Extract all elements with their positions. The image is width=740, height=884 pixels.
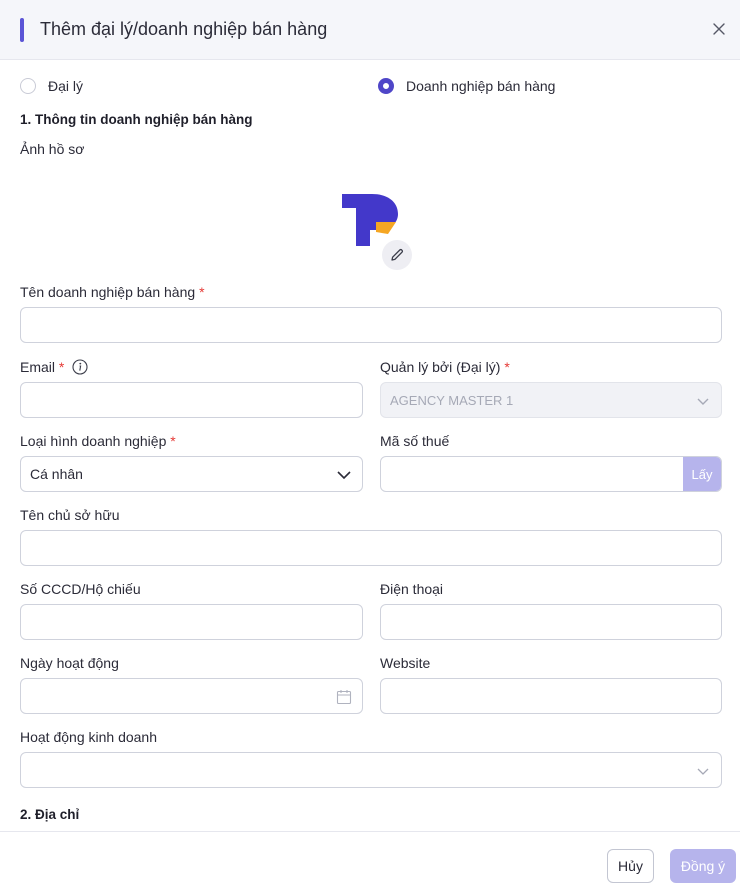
business-activity-select[interactable] (20, 752, 722, 788)
tax-code-label: Mã số thuế (380, 433, 450, 449)
id-number-input[interactable] (20, 604, 363, 640)
required-mark: * (170, 433, 176, 449)
required-mark: * (199, 284, 205, 300)
managed-by-label: Quản lý bởi (Đại lý) * (380, 359, 510, 375)
close-icon[interactable] (708, 18, 730, 40)
managed-by-label-text: Quản lý bởi (Đại lý) (380, 359, 501, 375)
business-type-value: Cá nhân (30, 466, 83, 482)
dialog-title: Thêm đại lý/doanh nghiệp bán hàng (40, 19, 328, 39)
email-field[interactable] (20, 382, 363, 418)
info-icon[interactable] (72, 359, 88, 378)
radio-option-agency[interactable]: Đại lý (20, 76, 83, 96)
chevron-down-icon (697, 398, 709, 405)
email-label: Email * (20, 359, 88, 378)
edit-avatar-button[interactable] (382, 240, 412, 270)
header-accent-bar (20, 18, 24, 42)
chevron-down-icon (337, 471, 351, 480)
business-activity-label: Hoạt động kinh doanh (20, 729, 157, 745)
business-type-label: Loại hình doanh nghiệp * (20, 433, 176, 449)
confirm-button[interactable]: Đồng ý (670, 849, 736, 883)
section-title-business-info: 1. Thông tin doanh nghiệp bán hàng (20, 112, 253, 127)
owner-name-label: Tên chủ sở hữu (20, 507, 120, 523)
phone-label: Điện thoại (380, 581, 444, 597)
business-type-select[interactable]: Cá nhân (20, 456, 363, 492)
tax-code-input[interactable]: Lấy (380, 456, 722, 492)
cancel-button[interactable]: Hủy (607, 849, 654, 883)
managed-by-value: AGENCY MASTER 1 (390, 393, 514, 408)
email-label-text: Email (20, 359, 56, 375)
business-name-input[interactable] (20, 307, 722, 343)
website-input[interactable] (380, 678, 722, 714)
business-type-label-text: Loại hình doanh nghiệp (20, 433, 167, 449)
avatar-label: Ảnh hồ sơ (20, 141, 85, 157)
required-mark: * (58, 359, 65, 375)
pencil-icon (391, 248, 404, 261)
section-title-address: 2. Địa chỉ (20, 807, 80, 822)
start-date-label: Ngày hoạt động (20, 655, 119, 671)
calendar-icon[interactable] (336, 689, 352, 705)
radio-unchecked-icon[interactable] (20, 78, 36, 94)
fetch-tax-button[interactable]: Lấy (683, 457, 721, 491)
dialog-header: Thêm đại lý/doanh nghiệp bán hàng (0, 0, 740, 60)
radio-checked-icon[interactable] (378, 78, 394, 94)
phone-input[interactable] (380, 604, 722, 640)
footer-divider (0, 831, 740, 832)
required-mark: * (504, 359, 510, 375)
owner-name-input[interactable] (20, 530, 722, 566)
business-name-label: Tên doanh nghiệp bán hàng * (20, 284, 205, 300)
radio-option-business[interactable]: Doanh nghiệp bán hàng (378, 76, 555, 96)
id-number-label: Số CCCD/Hộ chiếu (20, 581, 141, 597)
radio-label-business: Doanh nghiệp bán hàng (406, 78, 556, 94)
managed-by-select[interactable]: AGENCY MASTER 1 (380, 382, 722, 418)
chevron-down-icon (697, 768, 709, 775)
radio-label-agency: Đại lý (48, 78, 84, 94)
website-label: Website (380, 655, 431, 671)
business-name-label-text: Tên doanh nghiệp bán hàng (20, 284, 196, 300)
start-date-picker[interactable] (20, 678, 363, 714)
